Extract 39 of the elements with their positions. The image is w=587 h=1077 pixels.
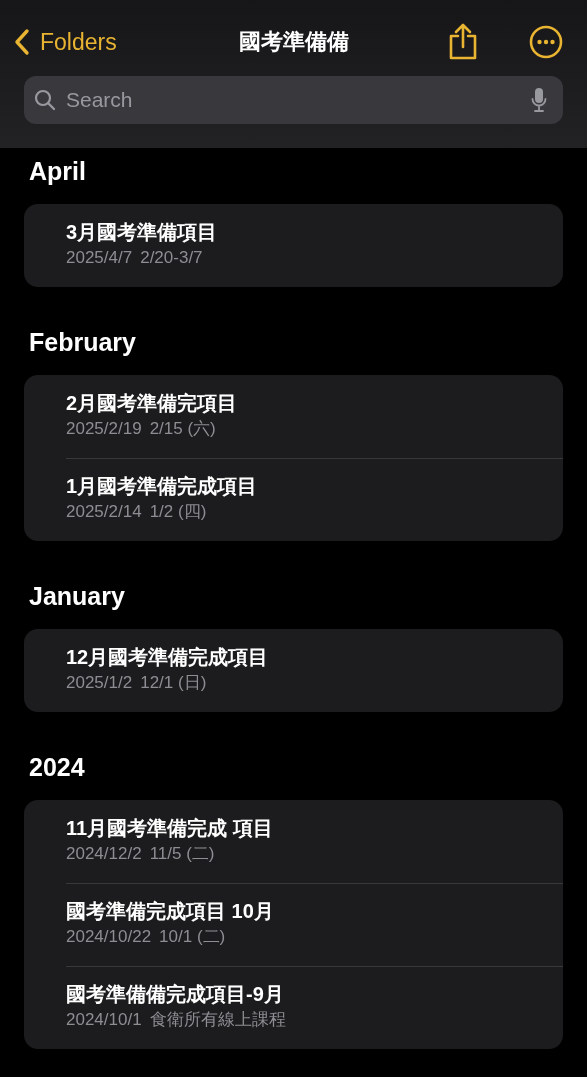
note-title: 國考準備備完成項目-9月 — [66, 982, 285, 1007]
note-preview: 11/5 (二) — [149, 843, 215, 865]
note-item[interactable]: 2月國考準備完項目 2025/2/19 2/15 (六) — [24, 375, 563, 458]
note-date: 2025/1/2 — [66, 672, 133, 694]
note-preview: 食衛所有線上課程 — [149, 1009, 286, 1031]
note-title: 12月國考準備完成項目 — [66, 645, 270, 670]
note-date: 2024/12/2 — [66, 843, 142, 865]
section-heading: April — [29, 156, 87, 187]
note-title: 2月國考準備完項目 — [66, 391, 239, 416]
note-title: 國考準備完成項目 10月 — [66, 899, 275, 924]
folder-title: 國考準備備 — [238, 28, 349, 56]
back-button[interactable]: Folders — [12, 28, 117, 56]
section-heading: 2024 — [29, 752, 86, 783]
note-preview: 12/1 (日) — [140, 672, 207, 694]
note-title: 11月國考準備完成 項目 — [66, 816, 274, 841]
note-item[interactable]: 12月國考準備完成項目 2025/1/2 12/1 (日) — [24, 629, 563, 712]
note-preview: 1/2 (四) — [149, 501, 207, 523]
note-item[interactable]: 1月國考準備完成項目 2025/2/14 1/2 (四) — [24, 458, 563, 541]
note-title: 1月國考準備完成項目 — [66, 474, 259, 499]
note-item[interactable]: 國考準備備完成項目-9月 2024/10/1 食衛所有線上課程 — [24, 966, 563, 1049]
section-heading: January — [29, 581, 126, 612]
share-icon[interactable] — [447, 23, 479, 61]
note-preview: 2/20-3/7 — [140, 247, 203, 269]
note-date: 2024/10/22 — [66, 926, 152, 948]
note-item[interactable]: 11月國考準備完成 項目 2024/12/2 11/5 (二) — [24, 800, 563, 883]
note-item[interactable]: 3月國考準備項目 2025/4/7 2/20-3/7 — [24, 204, 563, 287]
note-date: 2025/4/7 — [66, 247, 133, 269]
note-preview: 2/15 (六) — [149, 418, 216, 440]
more-icon[interactable] — [529, 25, 563, 59]
microphone-icon[interactable] — [531, 87, 547, 113]
note-item[interactable]: 國考準備完成項目 10月 2024/10/22 10/1 (二) — [24, 883, 563, 966]
note-preview: 10/1 (二) — [159, 926, 226, 948]
note-date: 2024/10/1 — [66, 1009, 142, 1031]
section-heading: February — [29, 327, 137, 358]
note-title: 3月國考準備項目 — [66, 220, 219, 245]
note-date: 2025/2/19 — [66, 418, 142, 440]
search-field[interactable]: Search — [24, 76, 563, 124]
note-date: 2025/2/14 — [66, 501, 142, 523]
chevron-left-icon — [14, 28, 30, 56]
